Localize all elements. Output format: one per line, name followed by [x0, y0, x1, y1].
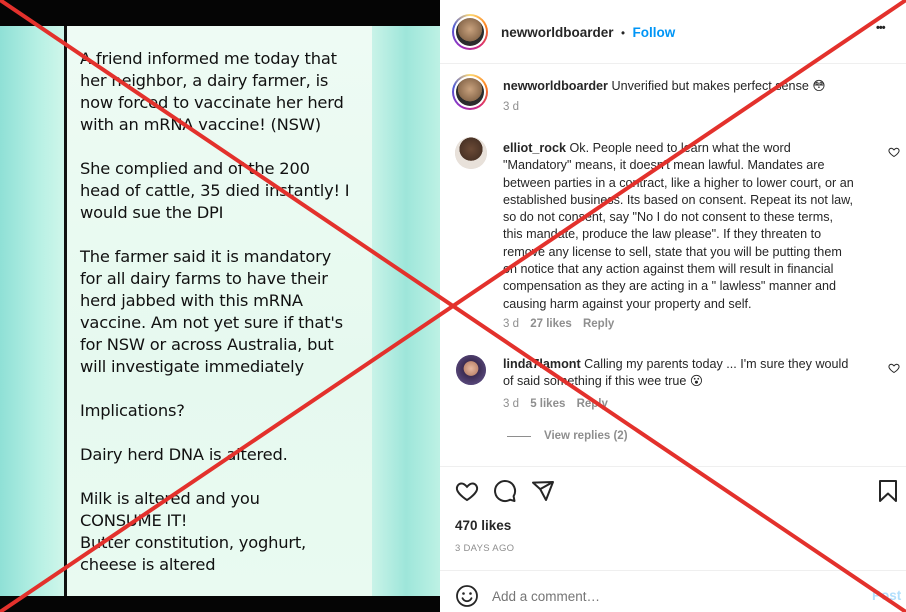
header-separator: • [620, 28, 625, 40]
post-paragraph: She complied and of the 200 head of catt… [80, 159, 350, 222]
post-date: 3 DAYS AGO [455, 543, 515, 554]
media-letterbox-bottom [0, 596, 440, 612]
comment-like-heart-icon[interactable] [888, 362, 900, 374]
comment-body: linda7lamont Calling my parents today ..… [503, 357, 849, 389]
comment-time: 3 d [503, 398, 519, 410]
caption: newworldboarder Unverified but makes per… [503, 78, 826, 95]
actions-divider [440, 466, 906, 467]
post-paragraph: Implications? [80, 401, 185, 420]
like-heart-icon[interactable] [455, 479, 479, 503]
emoji-smiley-icon[interactable] [455, 584, 479, 608]
reply-button[interactable]: Reply [583, 318, 614, 330]
caption-avatar[interactable] [452, 74, 488, 110]
comment-username[interactable]: elliot_rock [503, 141, 566, 155]
caption-text: Unverified but makes perfect sense [611, 79, 809, 93]
post-paragraph: Milk is altered and you CONSUME IT! Butt… [80, 489, 307, 574]
view-replies-button[interactable]: View replies (2) [544, 430, 628, 442]
media-side-panel-left [0, 26, 64, 596]
media-side-panel-right [372, 26, 440, 596]
comment-box-divider [440, 570, 906, 571]
view-replies-line [507, 436, 531, 437]
comment-body: elliot_rock Ok. People need to learn wha… [503, 141, 854, 311]
comment-likes[interactable]: 27 likes [530, 318, 572, 330]
caption-username[interactable]: newworldboarder [503, 79, 608, 93]
post-image-text: A friend informed me today that her neig… [80, 48, 372, 576]
post-media: A friend informed me today that her neig… [0, 0, 440, 612]
comment-meta: 3 d 27 likes Reply [503, 318, 614, 330]
post-header: newworldboarder • Follow [501, 24, 675, 42]
caption-emoji: 😳 [812, 79, 826, 93]
post-comment-button[interactable]: Post [872, 588, 901, 603]
commenter-avatar[interactable] [455, 137, 487, 169]
comment-emoji: 😮 [689, 374, 704, 389]
save-bookmark-icon[interactable] [877, 479, 899, 503]
author-avatar[interactable] [452, 14, 488, 50]
comment-bubble-icon[interactable] [493, 479, 517, 503]
comment-time: 3 d [503, 318, 519, 330]
follow-button[interactable]: Follow [632, 25, 675, 40]
share-send-icon[interactable] [531, 479, 555, 503]
comment-like-heart-icon[interactable] [888, 146, 900, 158]
commenter-avatar[interactable] [456, 355, 486, 385]
comment-meta: 3 d 5 likes Reply [503, 398, 608, 410]
post-paragraph: A friend informed me today that her neig… [80, 49, 344, 134]
post-paragraph: The farmer said it is mandatory for all … [80, 247, 343, 376]
add-comment-input[interactable] [492, 586, 832, 606]
header-divider [440, 63, 906, 64]
caption-time: 3 d [503, 101, 519, 113]
comment-likes[interactable]: 5 likes [530, 398, 565, 410]
author-username[interactable]: newworldboarder [501, 25, 614, 40]
comment-username[interactable]: linda7lamont [503, 357, 581, 371]
reply-button[interactable]: Reply [577, 398, 608, 410]
post-paragraph: Dairy herd DNA is altered. [80, 445, 288, 464]
more-options-icon[interactable]: ••• [876, 22, 886, 34]
likes-count[interactable]: 470 likes [455, 518, 511, 533]
media-letterbox-top [0, 0, 440, 26]
